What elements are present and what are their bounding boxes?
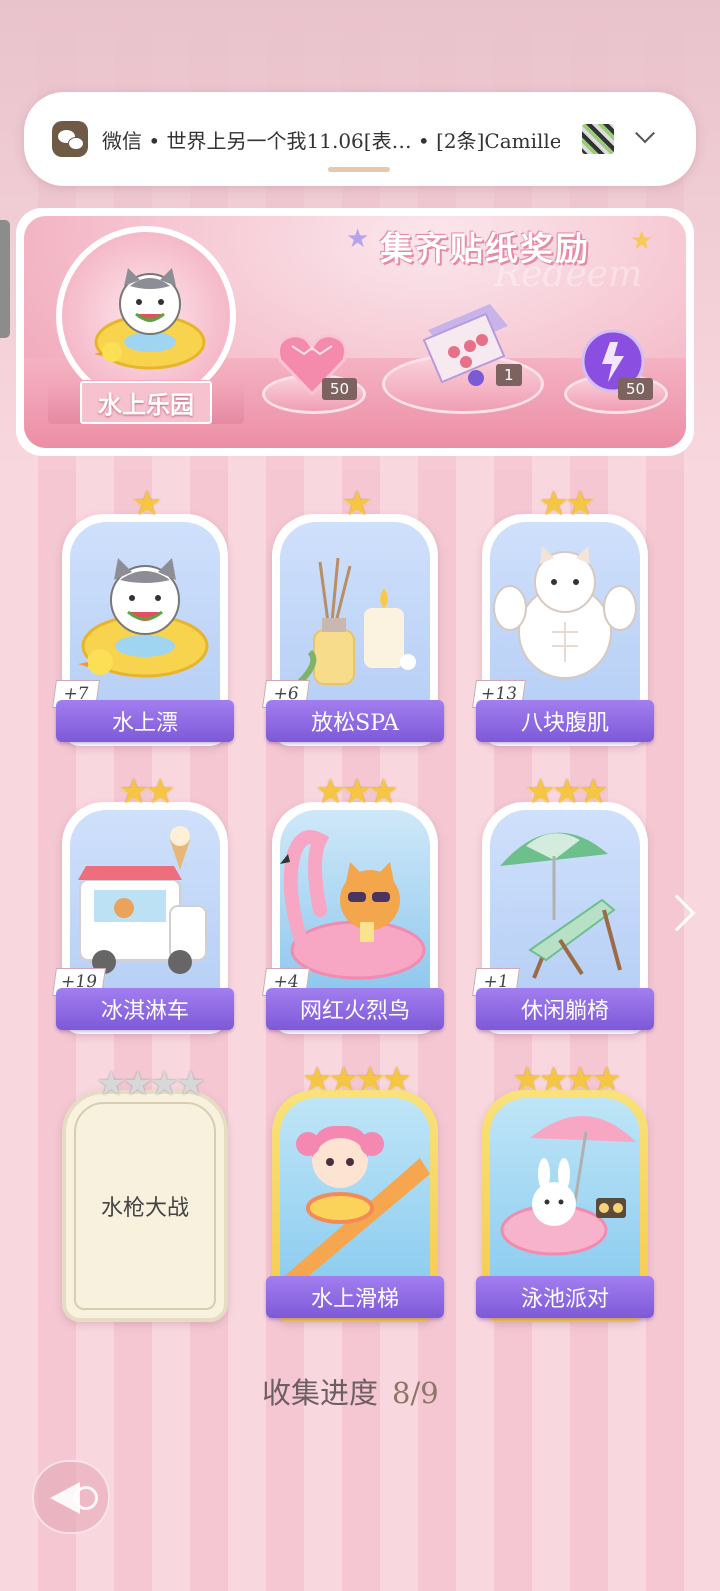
sticker-card[interactable]: ★★★★ 泳池派对 <box>476 1060 654 1322</box>
pool-party-bunny-icon <box>500 1115 636 1256</box>
flamingo-float-icon <box>280 830 426 980</box>
sticker-card[interactable]: ★ +6 放松SPA <box>262 484 444 746</box>
star-rating: ★★★★ <box>96 1064 206 1104</box>
back-circle-icon <box>74 1486 98 1510</box>
sticker-name: 休闲躺椅 <box>476 988 654 1030</box>
reward-count: 1 <box>496 364 522 386</box>
sticker-name: 放松SPA <box>266 700 444 742</box>
purple-star-icon: ★ <box>346 224 370 254</box>
sticker-card[interactable]: ★★ +13 八块腹肌 <box>472 484 654 746</box>
sticker-card[interactable]: ★★ +19 冰淇淋车 <box>52 772 234 1034</box>
ice-cream-truck-icon <box>78 826 207 974</box>
back-button[interactable] <box>32 1460 110 1534</box>
sticker-card[interactable]: ★★★ +4 网红火烈鸟 <box>262 772 444 1034</box>
sticker-card[interactable]: ★★★★ 水上滑梯 <box>266 1060 444 1322</box>
gold-star-icon: ★ <box>630 226 654 256</box>
album-name: 水上乐园 <box>80 380 212 424</box>
star-rating: ★★★★ <box>512 1060 622 1100</box>
progress-label: 收集进度 <box>262 1376 379 1410</box>
water-slide-girl-icon <box>280 1125 430 1280</box>
star-rating: ★★ <box>118 772 176 812</box>
star-rating: ★★★ <box>525 772 609 812</box>
progress-value: 8/9 <box>392 1376 439 1410</box>
sticker-art <box>490 810 640 992</box>
avatar-thumbnail <box>582 124 614 154</box>
energy-orb-reward[interactable]: 50 <box>580 328 654 400</box>
star-rating: ★★★★ <box>302 1060 412 1100</box>
star-rating: ★★ <box>538 484 596 524</box>
chevron-down-icon[interactable] <box>635 123 655 144</box>
cat-float-icon <box>78 558 209 678</box>
banner-title: 集齐贴纸奖励 <box>380 229 590 268</box>
star-rating: ★ <box>131 484 163 524</box>
sticker-card[interactable]: ★★★ +1 休闲躺椅 <box>472 772 654 1034</box>
sticker-card-locked[interactable]: ★★★★ 水枪大战 <box>62 1064 228 1322</box>
notification-handle <box>328 167 390 172</box>
sticker-art <box>70 522 220 704</box>
wechat-icon <box>52 121 88 157</box>
sticker-name: 水上漂 <box>56 700 234 742</box>
sticker-name: 水枪大战 <box>74 1102 216 1310</box>
sticker-name: 水上滑梯 <box>266 1276 444 1318</box>
sticker-name: 冰淇淋车 <box>56 988 234 1030</box>
star-rating: ★ <box>341 484 373 524</box>
collection-progress: 收集进度 8/9 <box>262 1370 439 1412</box>
sticker-art <box>280 522 430 704</box>
edge-handle[interactable] <box>0 220 10 338</box>
muscle-cat-icon <box>493 546 637 679</box>
sticker-art <box>280 810 430 992</box>
gift-box-reward[interactable]: 1 <box>420 300 522 394</box>
reward-count: 50 <box>618 378 654 400</box>
sticker-name: 网红火烈鸟 <box>266 988 444 1030</box>
next-page-arrow-icon[interactable] <box>658 894 696 932</box>
sticker-name: 八块腹肌 <box>476 700 654 742</box>
spa-diffuser-icon <box>297 557 416 685</box>
sticker-art <box>280 1098 430 1280</box>
star-rating: ★★★ <box>315 772 399 812</box>
beach-chair-icon <box>500 832 622 979</box>
sticker-art <box>490 522 640 704</box>
notification-text: 微信 • 世界上另一个我11.06[表… • [2条]Camille:… <box>102 128 560 153</box>
album-name-ribbon: 水上乐园 <box>48 380 244 424</box>
heart-gem-reward[interactable]: 50 <box>276 332 358 402</box>
sticker-art <box>70 810 220 992</box>
reward-banner: Redeem ★ 集齐贴纸奖励 ★ 水上乐园 50 1 50 <box>16 208 694 456</box>
sticker-card[interactable]: ★ +7 水上漂 <box>52 484 234 746</box>
cat-float-icon <box>94 268 206 370</box>
sticker-name: 泳池派对 <box>476 1276 654 1318</box>
reward-count: 50 <box>322 378 358 400</box>
sticker-art <box>490 1098 640 1280</box>
